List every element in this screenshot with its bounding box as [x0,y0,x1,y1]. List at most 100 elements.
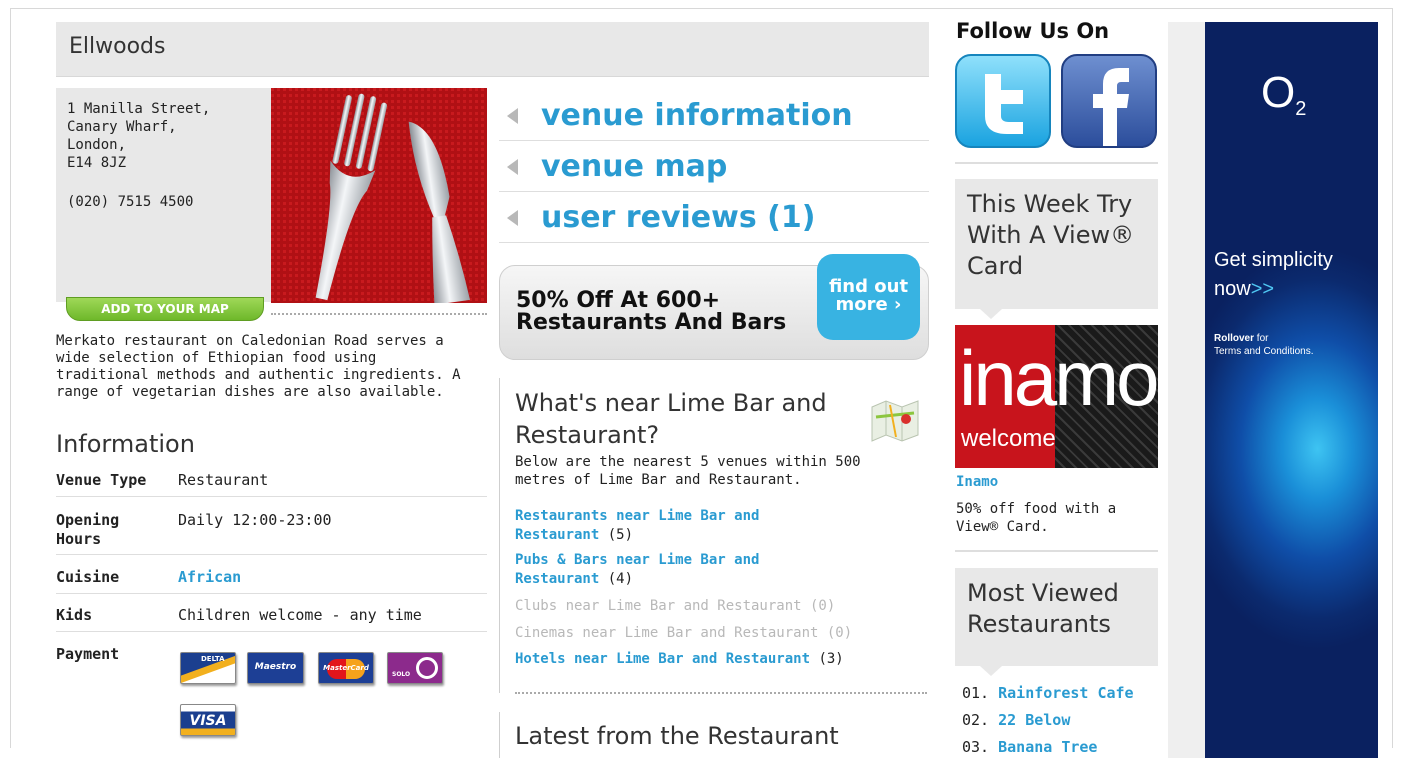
venue-title-bar: Ellwoods [56,22,929,77]
most-viewed-item[interactable]: 01. Rainforest Cafe [962,684,1134,702]
nearby-item-hotels[interactable]: Hotels near Lime Bar and Restaurant (3) [515,650,844,669]
add-to-map-label: ADD TO YOUR MAP [101,302,229,316]
rank-number: 02. [962,711,990,729]
right-gutter [1168,22,1205,758]
info-key: Opening Hours [56,511,120,548]
chevron-left-icon [507,210,518,226]
nearby-count: (4) [607,571,634,587]
restaurant-link: Rainforest Cafe [998,684,1134,702]
restaurant-link: Banana Tree [998,738,1098,756]
address: 1 Manilla Street, Canary Wharf, London, … [67,100,210,172]
ad-terms-text: for [1254,333,1269,344]
nearby-count: (3) [818,651,844,667]
o2-logo-letter: O [1261,68,1296,117]
card-label: DELTA [201,655,225,663]
vertical-divider [499,378,500,693]
dotted-divider [271,313,487,315]
latest-heading: Latest from the Restaurant [515,722,839,750]
info-key: Kids [56,606,93,624]
address-line: Canary Wharf, [67,119,177,135]
nav-user-reviews[interactable]: user reviews (1) [499,192,929,243]
find-out-more-button[interactable]: find out more › [817,254,920,340]
nearby-link: Restaurant [515,571,600,587]
map-icon [871,400,919,442]
cuisine-link[interactable]: African [178,568,241,587]
nav-label: venue map [541,149,728,184]
delta-card-icon: DELTA [180,652,236,684]
nearby-item-clubs: Clubs near Lime Bar and Restaurant (0) [515,598,836,614]
visa-card-icon: VISA [180,704,236,736]
info-key: Payment [56,645,120,663]
rank-number: 03. [962,738,990,756]
inamo-welcome-text: welcome [961,425,1056,452]
twitter-icon[interactable] [955,54,1051,148]
sidebar-divider [955,162,1158,164]
promo-text: 50% Off At 600+ Restaurants And Bars [516,290,786,334]
ad-terms: Rollover for Terms and Conditions. [1214,332,1314,358]
venue-photo [271,88,487,303]
chevron-left-icon [507,159,518,175]
information-table: Venue Type Restaurant Opening Hours Dail… [56,466,487,742]
info-row-venue-type: Venue Type Restaurant [56,466,487,497]
most-viewed-item[interactable]: 02. 22 Below [962,711,1070,729]
maestro-card-icon: Maestro [247,652,304,684]
this-week-heading: This Week Try With A View® Card [967,190,1135,280]
feature-venue-link[interactable]: Inamo [956,474,998,490]
promo-banner[interactable]: 50% Off At 600+ Restaurants And Bars fin… [499,254,929,360]
facebook-glyph [1093,68,1129,148]
nearby-link: Restaurants near Lime Bar and [515,508,760,524]
nearby-item-pubs-bars[interactable]: Pubs & Bars near Lime Bar and Restaurant… [515,551,759,589]
o2-logo-sub: 2 [1295,98,1307,120]
nearby-count: (5) [607,527,634,543]
follow-us-heading: Follow Us On [956,19,1110,43]
box-notch [980,309,1002,319]
sidebar-divider [955,550,1158,552]
ad-headline: Get simplicity now>> [1214,246,1333,304]
nearby-intro: Below are the nearest 5 venues within 50… [515,454,861,488]
this-week-box: This Week Try With A View® Card [955,179,1158,319]
card-label: VISA [189,713,227,729]
left-gutter [11,9,31,749]
most-viewed-box: Most Viewed Restaurants [955,568,1158,676]
facebook-icon[interactable] [1061,54,1157,148]
nearby-title: What's near Lime Bar and Restaurant? [515,389,827,449]
inamo-logo-text: inamo [959,334,1158,422]
card-label: MasterCard [323,664,369,672]
nearby-item-cinemas: Cinemas near Lime Bar and Restaurant (0) [515,625,853,641]
promo-line: Restaurants And Bars [516,310,787,335]
o2-advertisement[interactable]: O2 Get simplicity now>> Rollover for Ter… [1205,22,1378,758]
card-label: Maestro [254,662,297,672]
ad-headline-line: now [1214,278,1251,300]
info-value: Daily 12:00-23:00 [178,511,332,529]
twitter-glyph [985,74,1023,134]
info-key: Venue Type [56,471,147,489]
most-viewed-item[interactable]: 03. Banana Tree [962,738,1097,756]
card-label: SOLO [392,671,411,678]
information-heading: Information [56,430,195,458]
ad-terms-text: Terms and Conditions. [1214,346,1314,357]
nearby-item-restaurants[interactable]: Restaurants near Lime Bar and Restaurant… [515,507,759,545]
chevron-left-icon [507,108,518,124]
nav-venue-map[interactable]: venue map [499,141,929,192]
rank-number: 01. [962,684,990,702]
nav-label: venue information [541,98,853,133]
nearby-link: Restaurant [515,527,600,543]
nearby-link: Hotels near Lime Bar and Restaurant [515,651,811,667]
info-key: Cuisine [56,568,120,586]
nav-venue-information[interactable]: venue information [499,90,929,141]
info-row-payment: Payment [56,632,487,742]
ad-rollover-label: Rollover [1214,333,1255,344]
inamo-image[interactable]: inamo welcome [955,325,1158,468]
o2-logo: O2 [1261,68,1307,120]
dotted-divider [515,692,927,694]
info-value: Children welcome - any time [178,606,422,624]
info-row-cuisine: Cuisine African [56,555,487,594]
info-row-kids: Kids Children welcome - any time [56,594,487,632]
ad-headline-line: Get simplicity [1214,249,1333,271]
info-value: Restaurant [178,471,269,489]
button-line: more › [835,294,902,315]
restaurant-link: 22 Below [998,711,1071,729]
add-to-map-button[interactable]: ADD TO YOUR MAP [66,297,264,321]
vertical-divider [499,712,500,758]
address-line: E14 8JZ [67,155,127,171]
